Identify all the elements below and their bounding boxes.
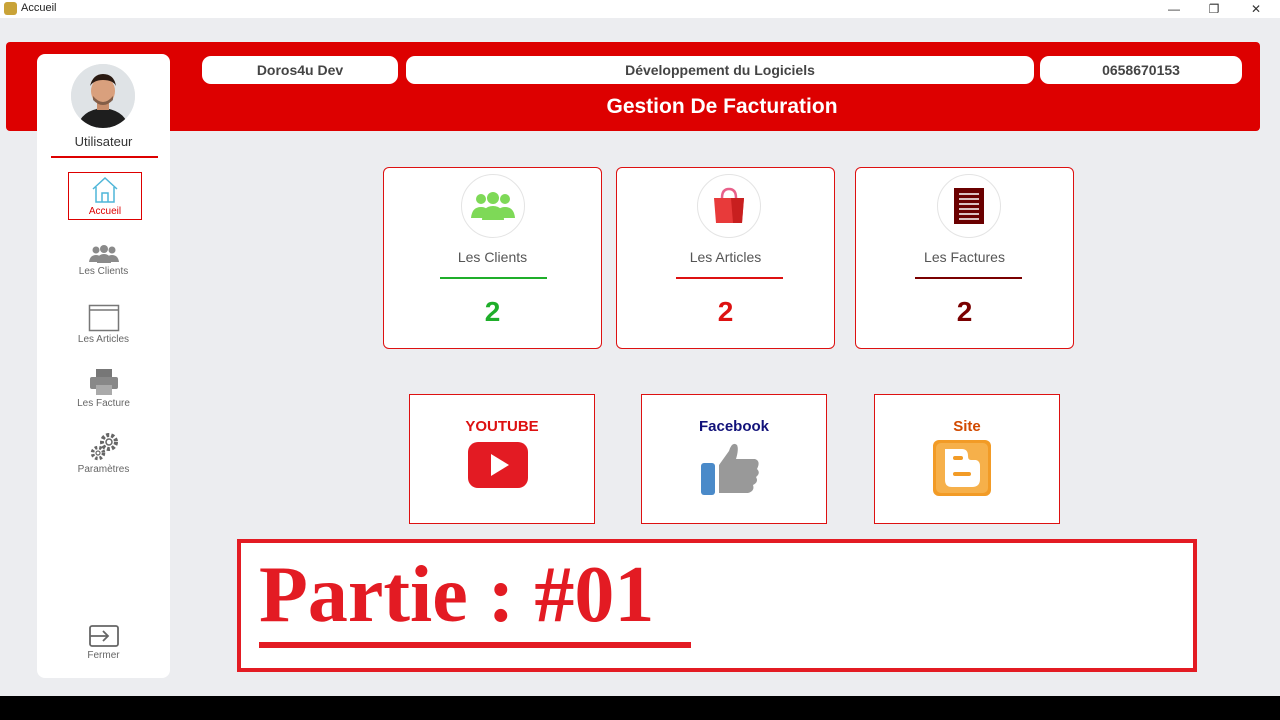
avatar (71, 64, 135, 128)
banner-underline (259, 642, 691, 648)
sidebar-item-accueil[interactable]: Accueil (68, 172, 142, 220)
card-factures[interactable]: Les Factures 2 (855, 167, 1074, 349)
developer-name: Doros4u Dev (202, 56, 398, 84)
printer-icon (89, 369, 118, 395)
window-title: Accueil (21, 2, 57, 14)
header-bar: Doros4u Dev Développement du Logiciels 0… (6, 42, 1260, 131)
sidebar-item-label: Les Articles (77, 334, 130, 345)
user-label: Utilisateur (74, 134, 133, 149)
users-icon (88, 245, 119, 263)
card-articles[interactable]: Les Articles 2 (616, 167, 835, 349)
sidebar-item-label: Accueil (88, 206, 122, 217)
app-icon (4, 2, 17, 15)
phone-number: 0658670153 (1040, 56, 1242, 84)
close-window-button[interactable]: ✕ (1234, 0, 1278, 18)
youtube-link[interactable]: YOUTUBE (409, 394, 595, 524)
page-title: Gestion De Facturation (606, 95, 838, 118)
title-bar: Accueil — ❐ ✕ (0, 0, 1280, 18)
sidebar-item-factures[interactable]: Les Facture (37, 368, 170, 409)
close-button[interactable]: Fermer (37, 624, 170, 661)
sidebar-item-articles[interactable]: Les Articles (37, 304, 170, 345)
card-clients[interactable]: Les Clients 2 (383, 167, 602, 349)
shopping-bag-icon (714, 187, 744, 223)
sidebar-item-label: Les Facture (77, 398, 130, 409)
banner-text: Partie : #01 (259, 551, 655, 639)
card-label: Les Articles (689, 249, 762, 265)
sidebar-item-label: Les Clients (78, 266, 129, 277)
users-icon (471, 192, 515, 220)
home-icon (92, 176, 118, 203)
card-divider (676, 277, 783, 279)
card-count: 2 (956, 296, 973, 327)
link-label: Site (953, 418, 981, 435)
sidebar: Utilisateur Accueil Les Clients Les Arti… (37, 54, 170, 678)
gears-icon (90, 433, 118, 461)
card-divider (915, 277, 1022, 279)
restore-button[interactable]: ❐ (1192, 0, 1236, 18)
sidebar-item-clients[interactable]: Les Clients (37, 244, 170, 277)
sidebar-item-parametres[interactable]: Paramètres (37, 432, 170, 475)
sidebar-item-label: Paramètres (77, 464, 130, 475)
minimize-button[interactable]: — (1152, 0, 1196, 18)
invoice-icon (954, 188, 984, 224)
site-link[interactable]: Site (874, 394, 1060, 524)
logout-icon (88, 625, 119, 647)
divider (51, 156, 158, 158)
episode-banner: Partie : #01 (237, 539, 1197, 672)
link-label: YOUTUBE (465, 418, 539, 435)
facebook-link[interactable]: Facebook (641, 394, 827, 524)
card-label: Les Factures (924, 249, 1005, 265)
close-label: Fermer (87, 650, 120, 661)
card-divider (440, 277, 547, 279)
thumbs-up-icon (701, 443, 759, 495)
blogger-icon (933, 440, 991, 496)
card-label: Les Clients (457, 249, 528, 265)
main-window: Doros4u Dev Développement du Logiciels 0… (0, 18, 1280, 696)
bottom-bar (0, 696, 1280, 720)
card-count: 2 (717, 296, 734, 327)
window-icon (88, 304, 119, 332)
card-count: 2 (484, 296, 501, 327)
youtube-play-icon (468, 442, 528, 488)
company-description: Développement du Logiciels (406, 56, 1034, 84)
link-label: Facebook (698, 418, 770, 435)
